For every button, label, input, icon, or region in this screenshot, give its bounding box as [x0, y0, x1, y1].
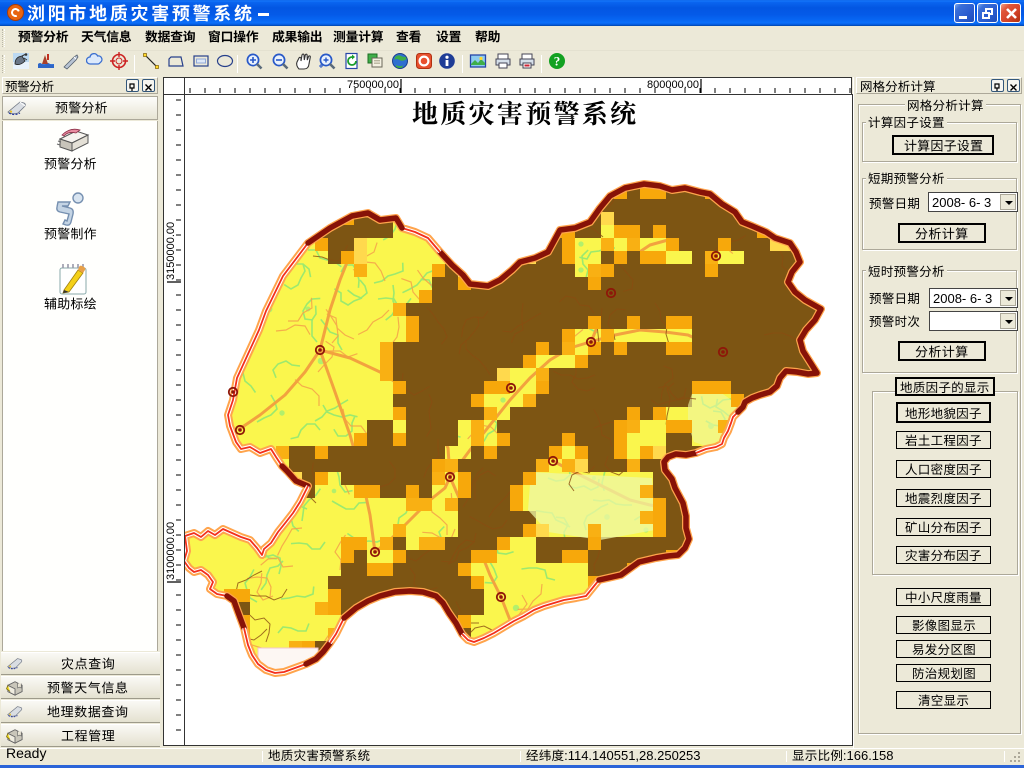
svg-text:3100000.00: 3100000.00: [165, 522, 177, 580]
svg-text:750000.00: 750000.00: [347, 79, 399, 91]
svg-text:800000.00: 800000.00: [647, 79, 699, 91]
svg-text:3150000.00: 3150000.00: [165, 222, 177, 280]
